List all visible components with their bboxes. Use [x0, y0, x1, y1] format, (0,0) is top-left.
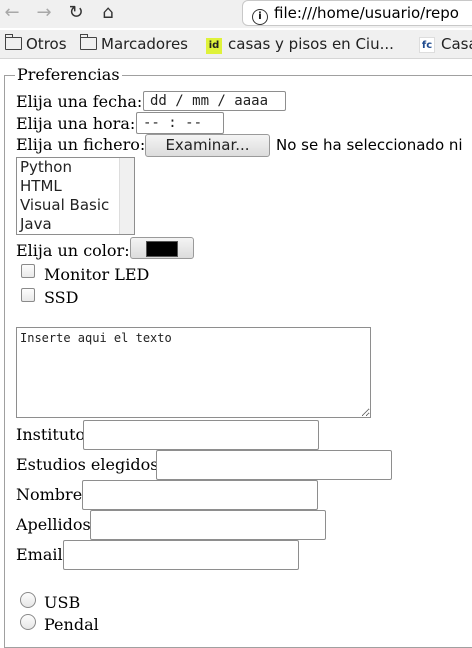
bookmark-marcadores[interactable]: Marcadores — [79, 34, 188, 54]
email-label: Email — [16, 545, 63, 564]
date-input[interactable]: dd / mm / aaaa — [143, 91, 286, 111]
back-icon[interactable]: ← — [0, 2, 24, 24]
toolbar-divider — [0, 58, 472, 59]
instituto-label: Instituto — [16, 425, 86, 444]
file-label: Elija un fichero: — [16, 135, 146, 154]
site-favicon-icon: fc — [419, 37, 435, 53]
estudios-input[interactable] — [156, 450, 392, 480]
time-label: Elija una hora: — [16, 114, 136, 133]
radio-label-usb: USB — [44, 593, 81, 612]
url-bar[interactable]: i file:///home/usuario/repo — [242, 0, 472, 26]
home-icon[interactable]: ⌂ — [96, 2, 120, 24]
checkbox-ssd[interactable] — [21, 288, 35, 302]
list-item[interactable]: Visual Basic — [17, 196, 134, 215]
radio-label-pendal: Pendal — [44, 615, 99, 634]
list-item[interactable]: Python — [17, 158, 134, 177]
instituto-input[interactable] — [83, 420, 319, 450]
apellidos-label: Apellidos — [16, 515, 91, 534]
radio-pendal[interactable] — [20, 614, 36, 630]
checkbox-label-ssd: SSD — [44, 288, 79, 307]
bookmark-casa[interactable]: fcCasa — [419, 34, 472, 54]
apellidos-input[interactable] — [90, 510, 326, 540]
site-favicon-icon: id — [206, 38, 222, 54]
comments-textarea[interactable]: Inserte aqui el texto — [16, 327, 371, 418]
folder-icon — [79, 34, 97, 50]
listbox-scrollbar[interactable] — [119, 158, 134, 234]
radio-usb[interactable] — [20, 592, 36, 608]
browser-toolbar: ← → ↻ ⌂ i file:///home/usuario/repo — [0, 0, 472, 28]
color-picker-button[interactable] — [130, 237, 194, 259]
checkbox-label-monitor-led: Monitor LED — [44, 265, 150, 284]
list-item[interactable]: Java — [17, 215, 134, 234]
file-status: No se ha seleccionado ni — [276, 136, 463, 154]
bookmarks-bar: Otros Marcadores id casas y pisos en Ciu.… — [0, 30, 472, 58]
date-label: Elija una fecha: — [16, 92, 143, 111]
url-text: file:///home/usuario/repo — [274, 4, 459, 22]
estudios-label: Estudios elegidos — [16, 455, 159, 474]
bookmark-casas-pisos[interactable]: id casas y pisos en Ciu... — [206, 34, 394, 54]
browse-file-button[interactable]: Examinar... — [145, 134, 270, 157]
forward-icon[interactable]: → — [32, 2, 56, 24]
list-item[interactable]: HTML — [17, 177, 134, 196]
nombre-label: Nombre — [16, 485, 83, 504]
info-icon[interactable]: i — [252, 9, 268, 25]
color-swatch — [146, 241, 178, 257]
fieldset-legend: Preferencias — [17, 65, 120, 84]
nombre-input[interactable] — [82, 480, 318, 510]
bookmark-otros[interactable]: Otros — [4, 34, 67, 54]
languages-listbox[interactable]: Python HTML Visual Basic Java — [16, 157, 135, 235]
folder-icon — [4, 34, 22, 50]
time-input[interactable]: -- : -- — [136, 112, 224, 134]
checkbox-monitor-led[interactable] — [21, 264, 35, 278]
email-input[interactable] — [63, 540, 299, 570]
reload-icon[interactable]: ↻ — [64, 2, 88, 24]
color-label: Elija un color: — [16, 241, 130, 260]
